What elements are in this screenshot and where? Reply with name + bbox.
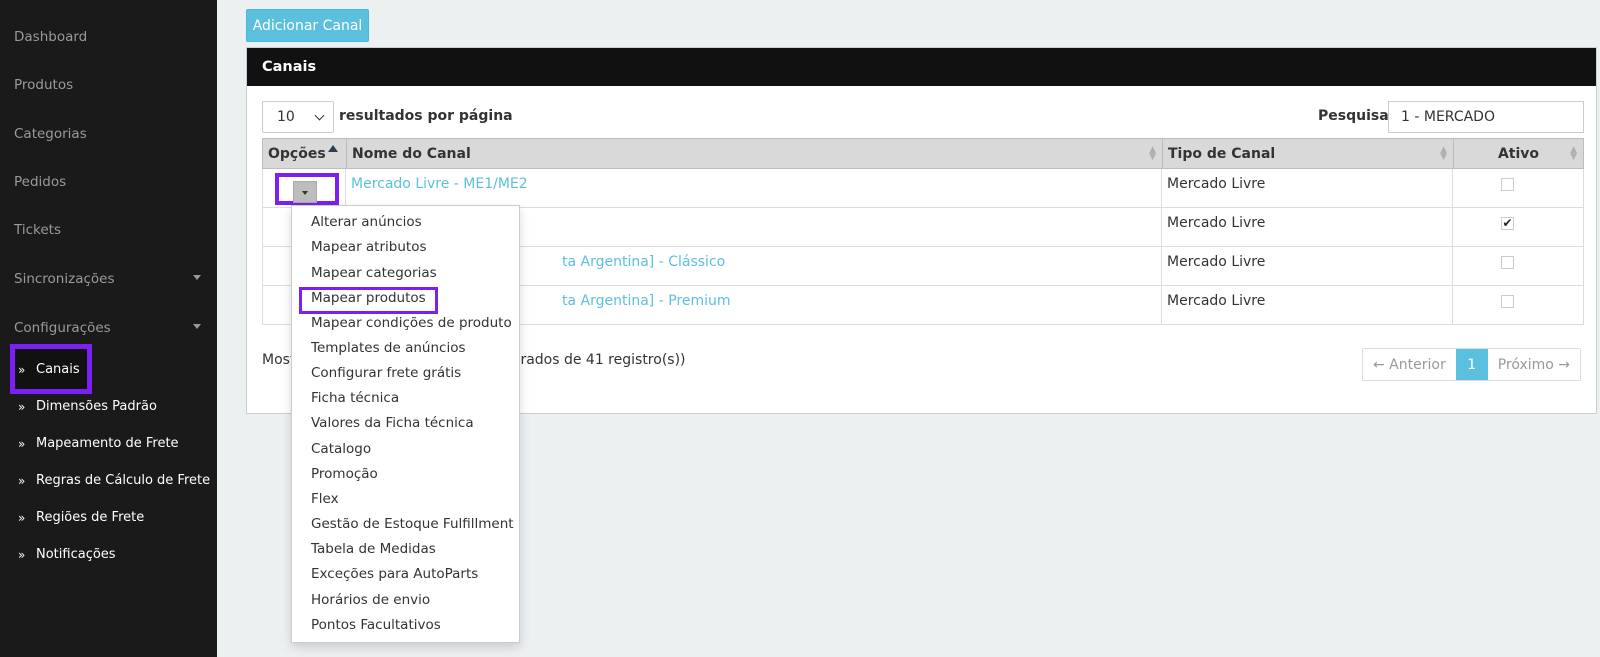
menu-item-frete-gratis[interactable]: Configurar frete grátis [311, 365, 461, 381]
double-chevron-right-icon: » [18, 547, 25, 562]
menu-item-tabela-medidas[interactable]: Tabela de Medidas [311, 541, 436, 557]
search-input[interactable] [1388, 101, 1584, 133]
channel-type: Mercado Livre [1162, 208, 1453, 247]
channel-type: Mercado Livre [1162, 247, 1453, 286]
panel-title: Canais [247, 48, 1596, 86]
menu-item-mapear-categorias[interactable]: Mapear categorias [311, 265, 437, 281]
active-checkbox[interactable] [1501, 256, 1514, 269]
options-dropdown-menu: Alterar anúncios Mapear atributos Mapear… [291, 205, 520, 643]
page-length-label: resultados por página [339, 108, 513, 124]
active-cell [1453, 169, 1584, 208]
active-cell: ✔ [1453, 208, 1584, 247]
column-header-label: Nome do Canal [352, 145, 471, 162]
sidebar-item-produtos[interactable]: Produtos [14, 77, 73, 93]
column-header-label: Opções [268, 145, 326, 162]
menu-item-mapear-atributos[interactable]: Mapear atributos [311, 239, 427, 255]
active-checkbox[interactable] [1501, 295, 1514, 308]
double-chevron-right-icon: » [18, 436, 25, 451]
menu-item-pontos-facultativos[interactable]: Pontos Facultativos [311, 617, 441, 633]
menu-item-catalogo[interactable]: Catalogo [311, 441, 371, 457]
sort-icon: ▲ ▼ [1570, 145, 1577, 162]
menu-item-alterar-anuncios[interactable]: Alterar anúncios [311, 214, 422, 230]
sidebar-subitem-regioes-frete[interactable]: » Regiões de Frete [18, 510, 144, 525]
column-header-nome[interactable]: Nome do Canal ▲ ▼ [346, 138, 1163, 169]
sort-icon: ▲ ▼ [1149, 145, 1156, 162]
double-chevron-right-icon: » [18, 473, 25, 488]
column-header-label: Ativo [1497, 145, 1540, 162]
sidebar-subitem-label: Regras de Cálculo de Frete [36, 473, 211, 488]
menu-item-promocao[interactable]: Promoção [311, 466, 378, 482]
sidebar-subitem-label: Canais [36, 362, 80, 377]
menu-item-templates-anuncios[interactable]: Templates de anúncios [311, 340, 466, 356]
double-chevron-right-icon: » [18, 399, 25, 414]
caret-down-icon [193, 275, 201, 280]
sidebar-item-sincronizacoes[interactable]: Sincronizações [14, 271, 115, 287]
next-page-button[interactable]: Próximo → [1487, 349, 1581, 380]
active-cell [1453, 247, 1584, 286]
column-header-label: Tipo de Canal [1168, 145, 1276, 162]
sidebar-subitem-notificacoes[interactable]: » Notificações [18, 547, 116, 562]
page-1-button[interactable]: 1 [1455, 349, 1488, 380]
channel-type: Mercado Livre [1162, 169, 1453, 208]
sidebar-subitem-regras-frete[interactable]: » Regras de Cálculo de Frete [18, 473, 210, 488]
search-label: Pesquisar [1318, 108, 1396, 124]
menu-item-excecoes-autoparts[interactable]: Exceções para AutoParts [311, 566, 478, 582]
sidebar-subitem-label: Regiões de Frete [36, 510, 145, 525]
menu-item-horarios-envio[interactable]: Horários de envio [311, 592, 430, 608]
sidebar-item-tickets[interactable]: Tickets [14, 222, 61, 238]
double-chevron-right-icon: » [18, 362, 25, 377]
menu-item-mapear-produtos[interactable]: Mapear produtos [311, 290, 426, 306]
caret-down-icon [193, 324, 201, 329]
sidebar-item-configuracoes[interactable]: Configurações [14, 320, 111, 336]
sidebar-item-dashboard[interactable]: Dashboard [14, 29, 87, 45]
column-header-opcoes[interactable]: Opções [262, 138, 347, 169]
menu-item-flex[interactable]: Flex [311, 491, 339, 507]
pagination: ← Anterior 1 Próximo → [1362, 348, 1582, 381]
double-chevron-right-icon: » [18, 510, 25, 525]
sidebar-subitem-label: Notificações [36, 547, 116, 562]
options-dropdown-button[interactable] [293, 181, 317, 203]
sidebar-item-categorias[interactable]: Categorias [14, 126, 87, 142]
menu-item-valores-ficha[interactable]: Valores da Ficha técnica [311, 415, 474, 431]
sidebar-subitem-label: Dimensões Padrão [36, 399, 157, 414]
sidebar-subitem-mapeamento-frete[interactable]: » Mapeamento de Frete [18, 436, 179, 451]
active-checkbox[interactable] [1501, 178, 1514, 191]
table-info-end: rados de 41 registro(s)) [520, 352, 686, 368]
sidebar-subitem-dimensoes[interactable]: » Dimensões Padrão [18, 399, 157, 414]
active-checkbox[interactable]: ✔ [1501, 217, 1514, 230]
column-header-tipo[interactable]: Tipo de Canal ▲ ▼ [1162, 138, 1454, 169]
channel-name-link[interactable]: Mercado Livre - ME1/ME2 [346, 169, 1162, 208]
menu-item-mapear-condicoes[interactable]: Mapear condições de produto [311, 315, 512, 331]
channel-type: Mercado Livre [1162, 286, 1453, 325]
options-button-highlight [275, 173, 339, 205]
sort-icon: ▲ ▼ [1440, 145, 1447, 162]
caret-down-icon [302, 191, 308, 195]
sort-ascending-icon [328, 145, 338, 152]
sidebar-subitem-canais[interactable]: » Canais [18, 362, 80, 377]
menu-item-ficha-tecnica[interactable]: Ficha técnica [311, 390, 399, 406]
table-row: Mercado Livre - ME1/ME2 Mercado Livre [262, 169, 1584, 208]
options-cell [262, 169, 346, 208]
sidebar-subitem-label: Mapeamento de Frete [36, 436, 179, 451]
active-cell [1453, 286, 1584, 325]
page-length-select[interactable]: 10 [262, 101, 334, 133]
column-header-ativo[interactable]: Ativo ▲ ▼ [1453, 138, 1584, 169]
prev-page-button[interactable]: ← Anterior [1363, 349, 1456, 380]
page-length-value: 10 [277, 109, 295, 125]
sidebar: Dashboard Produtos Categorias Pedidos Ti… [0, 0, 217, 657]
menu-item-estoque-fulfillment[interactable]: Gestão de Estoque Fulfillment [311, 516, 514, 532]
sidebar-item-pedidos[interactable]: Pedidos [14, 174, 66, 190]
add-channel-button[interactable]: Adicionar Canal [246, 9, 369, 42]
chevron-down-icon [314, 110, 325, 121]
